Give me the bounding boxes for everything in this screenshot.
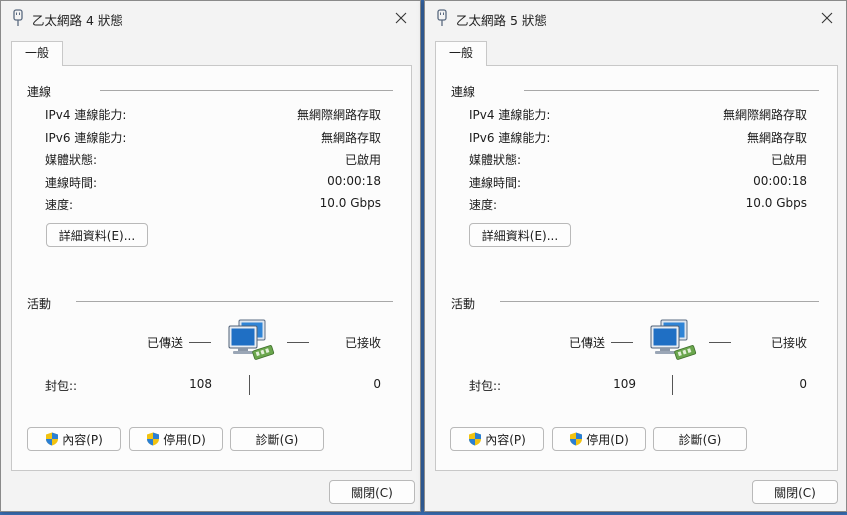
window-title: 乙太網路 5 狀態 bbox=[456, 13, 547, 28]
media-state-value: 已啟用 bbox=[344, 153, 381, 167]
activity-divider bbox=[500, 301, 819, 302]
ipv4-label: IPv4 連線能力: bbox=[469, 108, 551, 122]
speed-value: 10.0 Gbps bbox=[319, 196, 381, 210]
tab-general[interactable]: 一般 bbox=[11, 41, 63, 66]
connection-heading: 連線 bbox=[27, 85, 52, 99]
title-bar[interactable]: 乙太網路 4 狀態 bbox=[1, 1, 420, 35]
close-button[interactable]: 關閉(C) bbox=[329, 480, 415, 504]
diagnose-button[interactable]: 診斷(G) bbox=[653, 427, 747, 451]
duration-label: 連線時間: bbox=[45, 176, 98, 190]
activity-heading: 活動 bbox=[27, 297, 52, 311]
packets-divider bbox=[249, 375, 250, 395]
general-panel: 連線 IPv4 連線能力: 無網際網路存取 IPv6 連線能力: 無網路存取 媒… bbox=[11, 65, 412, 471]
connection-heading: 連線 bbox=[451, 85, 476, 99]
packets-sent-value: 109 bbox=[613, 377, 636, 391]
uac-shield-icon bbox=[46, 432, 59, 446]
ipv6-value: 無網路存取 bbox=[746, 131, 807, 145]
ipv6-label: IPv6 連線能力: bbox=[45, 131, 127, 145]
network-computers-icon bbox=[650, 319, 697, 360]
sent-dash bbox=[611, 342, 633, 343]
close-icon bbox=[821, 12, 833, 24]
network-adapter-icon bbox=[13, 9, 23, 26]
uac-shield-icon bbox=[469, 432, 482, 446]
properties-button-label: 內容(P) bbox=[62, 432, 103, 447]
packets-label: 封包:: bbox=[469, 379, 502, 393]
media-state-label: 媒體狀態: bbox=[469, 153, 522, 167]
packets-label: 封包:: bbox=[45, 379, 78, 393]
network-computers-icon bbox=[228, 319, 275, 360]
title-bar[interactable]: 乙太網路 5 狀態 bbox=[425, 1, 846, 35]
disable-button-label: 停用(D) bbox=[163, 432, 206, 447]
received-label: 已接收 bbox=[770, 336, 807, 350]
packets-divider bbox=[672, 375, 673, 395]
media-state-value: 已啟用 bbox=[770, 153, 807, 167]
disable-button[interactable]: 停用(D) bbox=[129, 427, 223, 451]
diagnose-button[interactable]: 診斷(G) bbox=[230, 427, 324, 451]
ipv4-label: IPv4 連線能力: bbox=[45, 108, 127, 122]
sent-dash bbox=[189, 342, 211, 343]
ipv6-value: 無網路存取 bbox=[320, 131, 381, 145]
close-window-button[interactable] bbox=[814, 5, 840, 31]
activity-divider bbox=[76, 301, 393, 302]
status-window-ethernet-5: 乙太網路 5 狀態 一般 連線 IPv4 連線能力: 無網際網路存取 IPv6 … bbox=[424, 0, 847, 512]
details-button[interactable]: 詳細資料(E)... bbox=[469, 223, 571, 247]
duration-value: 00:00:18 bbox=[753, 174, 807, 188]
close-window-button[interactable] bbox=[388, 5, 414, 31]
disable-button[interactable]: 停用(D) bbox=[552, 427, 646, 451]
received-label: 已接收 bbox=[344, 336, 381, 350]
packets-sent-value: 108 bbox=[189, 377, 212, 391]
packets-received-value: 0 bbox=[799, 377, 807, 391]
activity-heading: 活動 bbox=[451, 297, 476, 311]
duration-label: 連線時間: bbox=[469, 176, 522, 190]
uac-shield-icon bbox=[570, 432, 583, 446]
disable-button-label: 停用(D) bbox=[586, 432, 629, 447]
general-panel: 連線 IPv4 連線能力: 無網際網路存取 IPv6 連線能力: 無網路存取 媒… bbox=[435, 65, 838, 471]
sent-label: 已傳送 bbox=[147, 336, 184, 350]
uac-shield-icon bbox=[147, 432, 160, 446]
speed-value: 10.0 Gbps bbox=[745, 196, 807, 210]
close-button[interactable]: 關閉(C) bbox=[752, 480, 838, 504]
details-button[interactable]: 詳細資料(E)... bbox=[46, 223, 148, 247]
status-window-ethernet-4: 乙太網路 4 狀態 一般 連線 IPv4 連線能力: 無網際網路存取 IPv6 … bbox=[0, 0, 421, 512]
properties-button-label: 內容(P) bbox=[485, 432, 526, 447]
network-adapter-icon bbox=[437, 9, 447, 26]
ipv4-value: 無網際網路存取 bbox=[722, 108, 807, 122]
tab-general[interactable]: 一般 bbox=[435, 41, 487, 66]
duration-value: 00:00:18 bbox=[327, 174, 381, 188]
ipv6-label: IPv6 連線能力: bbox=[469, 131, 551, 145]
sent-label: 已傳送 bbox=[569, 336, 606, 350]
media-state-label: 媒體狀態: bbox=[45, 153, 98, 167]
window-title: 乙太網路 4 狀態 bbox=[32, 13, 123, 28]
connection-divider bbox=[524, 90, 819, 91]
packets-received-value: 0 bbox=[373, 377, 381, 391]
properties-button[interactable]: 內容(P) bbox=[450, 427, 544, 451]
received-dash bbox=[709, 342, 731, 343]
speed-label: 速度: bbox=[469, 198, 498, 212]
connection-divider bbox=[100, 90, 393, 91]
close-icon bbox=[395, 12, 407, 24]
received-dash bbox=[287, 342, 309, 343]
speed-label: 速度: bbox=[45, 198, 74, 212]
ipv4-value: 無網際網路存取 bbox=[296, 108, 381, 122]
properties-button[interactable]: 內容(P) bbox=[27, 427, 121, 451]
